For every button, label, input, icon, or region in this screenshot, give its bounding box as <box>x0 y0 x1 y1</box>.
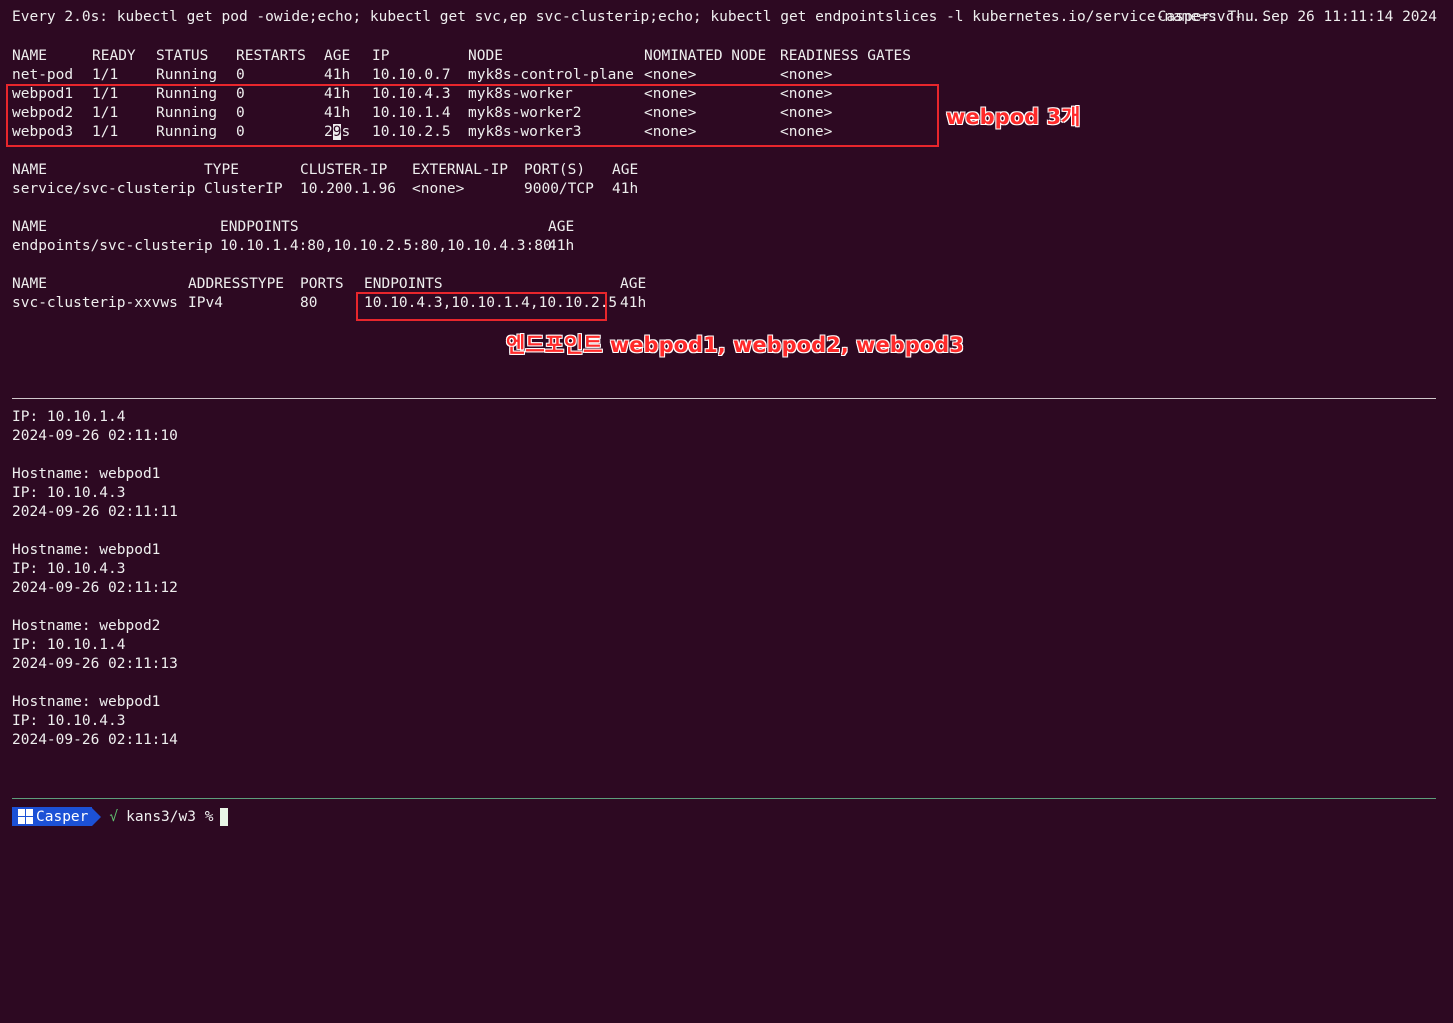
prompt-user-segment: Casper <box>12 807 93 826</box>
windows-icon <box>18 809 33 824</box>
endpoints-highlight-box <box>356 292 607 321</box>
output-line: IP: 10.10.4.3 <box>12 561 126 577</box>
pods-cell: 0 <box>236 67 245 83</box>
pods-header-cell: NODE <box>468 48 503 64</box>
output-line: 2024-09-26 02:11:10 <box>12 428 178 444</box>
output-line: IP: 10.10.4.3 <box>12 713 126 729</box>
service-header-cell: AGE <box>612 162 639 178</box>
endpointslices-header-cell: PORTS <box>300 276 344 292</box>
terminal-cursor[interactable] <box>220 807 229 826</box>
output-line: 2024-09-26 02:11:13 <box>12 656 178 672</box>
terminal-window[interactable]: { "header": { "command": "Every 2.0s: ku… <box>0 0 1453 1023</box>
output-line: Hostname: webpod2 <box>12 618 161 634</box>
endpoints-cell: 10.10.1.4:80,10.10.2.5:80,10.10.4.3:80 <box>220 238 552 254</box>
output-line: IP: 10.10.1.4 <box>12 409 126 425</box>
service-cell: service/svc-clusterip <box>12 181 196 197</box>
watch-status: Casper: Thu Sep 26 11:11:14 2024 <box>1157 9 1437 25</box>
output-line: 2024-09-26 02:11:12 <box>12 580 178 596</box>
service-header-cell: PORT(S) <box>524 162 586 178</box>
pods-header-cell: STATUS <box>156 48 209 64</box>
pods-header-cell: IP <box>372 48 390 64</box>
pane-separator <box>12 398 1436 399</box>
pods-header-cell: AGE <box>324 48 351 64</box>
pods-cell: 41h <box>324 67 351 83</box>
pods-header-cell: NOMINATED NODE <box>644 48 767 64</box>
output-line: IP: 10.10.4.3 <box>12 485 126 501</box>
service-header-cell: EXTERNAL-IP <box>412 162 509 178</box>
pods-cell: Running <box>156 67 218 83</box>
service-cell: 9000/TCP <box>524 181 594 197</box>
output-line: 2024-09-26 02:11:14 <box>12 732 178 748</box>
endpoints-header-cell: AGE <box>548 219 575 235</box>
webpods-highlight-box <box>6 84 939 147</box>
service-cell: <none> <box>412 181 465 197</box>
endpoints-header-cell: ENDPOINTS <box>220 219 299 235</box>
pods-header-cell: RESTARTS <box>236 48 306 64</box>
webpods-annotation: webpod 3개 <box>946 105 1081 129</box>
prompt-status-check: √ <box>109 808 119 825</box>
output-line: Hostname: webpod1 <box>12 542 161 558</box>
endpoints-cell: endpoints/svc-clusterip <box>12 238 213 254</box>
service-cell: ClusterIP <box>204 181 283 197</box>
endpointslices-cell: svc-clusterip-xxvws <box>12 295 178 311</box>
pods-cell: net-pod <box>12 67 74 83</box>
output-line: Hostname: webpod1 <box>12 466 161 482</box>
pods-header-cell: NAME <box>12 48 47 64</box>
endpointslices-header-cell: NAME <box>12 276 47 292</box>
output-line: Hostname: webpod1 <box>12 694 161 710</box>
pods-header-cell: READY <box>92 48 136 64</box>
pods-cell: <none> <box>780 67 833 83</box>
endpoints-header-cell: NAME <box>12 219 47 235</box>
output-line: IP: 10.10.1.4 <box>12 637 126 653</box>
shell-prompt[interactable]: Casper √ kans3/w3 % <box>12 807 229 826</box>
endpoints-cell: 41h <box>548 238 575 254</box>
endpointslices-cell: IPv4 <box>188 295 223 311</box>
pods-cell: 10.10.0.7 <box>372 67 451 83</box>
pods-cell: myk8s-control-plane <box>468 67 634 83</box>
pods-cell: <none> <box>644 67 697 83</box>
output-line: 2024-09-26 02:11:11 <box>12 504 178 520</box>
pods-cell: 1/1 <box>92 67 119 83</box>
prompt-separator <box>12 798 1436 799</box>
endpointslices-header-cell: AGE <box>620 276 647 292</box>
endpointslices-cell: 80 <box>300 295 318 311</box>
service-header-cell: NAME <box>12 162 47 178</box>
pods-header-cell: READINESS GATES <box>780 48 911 64</box>
service-header-cell: CLUSTER-IP <box>300 162 388 178</box>
service-cell: 41h <box>612 181 639 197</box>
endpointslices-header-cell: ADDRESSTYPE <box>188 276 285 292</box>
service-header-cell: TYPE <box>204 162 239 178</box>
prompt-user: Casper <box>36 808 89 825</box>
prompt-arrow-icon <box>92 807 102 826</box>
endpointslices-cell: 41h <box>620 295 647 311</box>
prompt-path: kans3/w3 % <box>126 808 214 825</box>
watch-command: Every 2.0s: kubectl get pod -owide;echo;… <box>12 9 1270 25</box>
endpoints-annotation: 엔드포인트 webpod1, webpod2, webpod3 <box>506 333 964 357</box>
service-cell: 10.200.1.96 <box>300 181 397 197</box>
